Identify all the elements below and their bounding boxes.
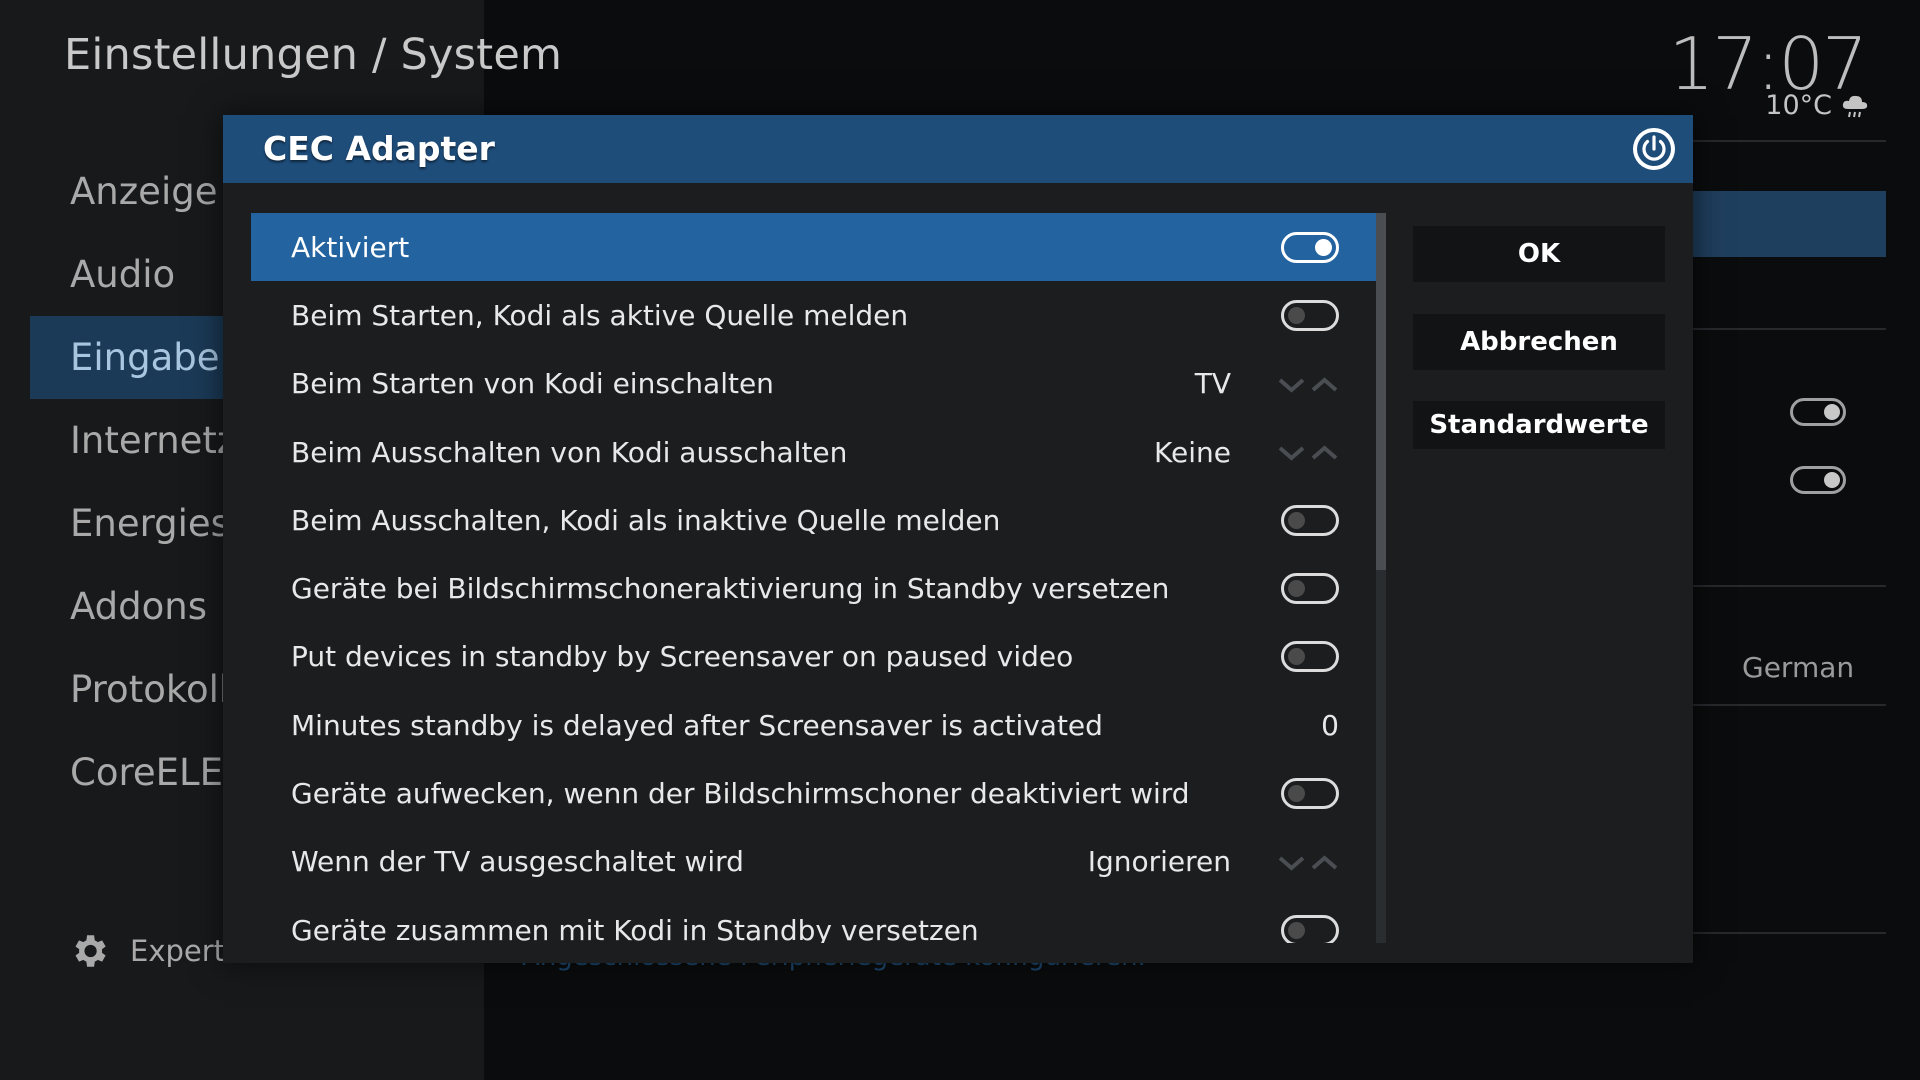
chevron-up-icon[interactable]	[1310, 851, 1339, 873]
setting-row-power-off-shutdown[interactable]: Beim Ausschalten von Kodi ausschalten Ke…	[251, 418, 1381, 486]
divider	[1692, 328, 1886, 330]
scrollbar-thumb[interactable]	[1376, 213, 1386, 570]
divider	[1692, 704, 1886, 706]
background-toggle[interactable]	[1790, 398, 1846, 426]
toggle-knob	[1288, 785, 1305, 803]
toggle-switch[interactable]	[1281, 504, 1339, 536]
page-title: Einstellungen / System	[64, 30, 563, 80]
setting-row-aktiviert[interactable]: Aktiviert	[251, 213, 1381, 282]
setting-row-standby-screensaver[interactable]: Geräte bei Bildschirmschoneraktivierung …	[251, 554, 1381, 622]
setting-row-standby-with-kodi[interactable]: Geräte zusammen mit Kodi in Standby vers…	[251, 896, 1381, 943]
chevron-down-icon[interactable]	[1277, 441, 1306, 463]
setting-value: TV	[1194, 367, 1231, 401]
reset-defaults-button[interactable]: Standardwerte	[1413, 401, 1665, 449]
toggle-knob	[1315, 238, 1332, 256]
setting-row-active-source[interactable]: Beim Starten, Kodi als aktive Quelle mel…	[251, 281, 1381, 349]
chevron-up-icon[interactable]	[1310, 441, 1339, 463]
setting-label: Geräte zusammen mit Kodi in Standby vers…	[291, 913, 979, 943]
setting-row-wake-screensaver[interactable]: Geräte aufwecken, wenn der Bildschirmsch…	[251, 759, 1381, 827]
language-value: German	[1742, 651, 1855, 684]
setting-row-standby-paused-video[interactable]: Put devices in standby by Screensaver on…	[251, 623, 1381, 691]
value-spinner	[1277, 851, 1339, 873]
setting-value: 0	[1321, 708, 1339, 742]
temperature: 10°C	[1765, 90, 1832, 121]
power-icon[interactable]	[1631, 126, 1677, 172]
toggle-knob	[1288, 921, 1305, 939]
toggle-knob	[1288, 511, 1305, 529]
chevron-down-icon[interactable]	[1277, 373, 1306, 395]
dialog-title: CEC Adapter	[263, 129, 495, 168]
chevron-down-icon[interactable]	[1277, 851, 1306, 873]
setting-label: Beim Ausschalten von Kodi ausschalten	[291, 435, 848, 469]
toggle-knob	[1288, 580, 1305, 598]
setting-label: Beim Ausschalten, Kodi als inaktive Quel…	[291, 503, 1001, 537]
settings-level-button[interactable]: Experte	[68, 930, 243, 972]
divider	[1692, 140, 1886, 142]
cec-adapter-dialog: CEC Adapter Aktiviert Beim Starten, Kodi…	[223, 115, 1693, 963]
setting-label: Beim Starten, Kodi als aktive Quelle mel…	[291, 298, 909, 332]
toggle-switch[interactable]	[1281, 573, 1339, 605]
setting-value: Keine	[1154, 435, 1231, 469]
cloud-rain-icon	[1842, 95, 1868, 117]
toggle-switch[interactable]	[1281, 299, 1339, 331]
setting-row-standby-delay[interactable]: Minutes standby is delayed after Screens…	[251, 691, 1381, 759]
gear-icon	[75, 935, 106, 967]
toggle-knob	[1824, 472, 1840, 488]
weather-info: 10°C	[1765, 90, 1870, 121]
toggle-switch[interactable]	[1281, 778, 1339, 810]
chevron-up-icon[interactable]	[1310, 373, 1339, 395]
setting-label: Aktiviert	[291, 230, 410, 264]
setting-row-inactive-source[interactable]: Beim Ausschalten, Kodi als inaktive Quel…	[251, 486, 1381, 554]
toggle-knob	[1824, 404, 1840, 420]
setting-label: Beim Starten von Kodi einschalten	[291, 367, 774, 401]
value-spinner	[1277, 373, 1339, 395]
toggle-switch[interactable]	[1281, 914, 1339, 943]
divider	[1692, 932, 1886, 934]
setting-label: Geräte aufwecken, wenn der Bildschirmsch…	[291, 777, 1190, 811]
ok-button[interactable]: OK	[1413, 226, 1665, 282]
toggle-knob	[1288, 648, 1305, 666]
list-scrollbar[interactable]	[1376, 213, 1386, 943]
setting-value: Ignorieren	[1087, 845, 1231, 879]
divider	[1692, 585, 1886, 587]
background-toggle[interactable]	[1790, 466, 1846, 494]
cancel-button[interactable]: Abbrechen	[1413, 314, 1665, 370]
value-spinner	[1277, 441, 1339, 463]
setting-label: Wenn der TV ausgeschaltet wird	[291, 845, 744, 879]
dialog-header: CEC Adapter	[223, 115, 1693, 183]
setting-row-tv-off-action[interactable]: Wenn der TV ausgeschaltet wird Ignoriere…	[251, 828, 1381, 896]
setting-label: Geräte bei Bildschirmschoneraktivierung …	[291, 572, 1170, 606]
setting-label: Minutes standby is delayed after Screens…	[291, 708, 1103, 742]
toggle-knob	[1288, 306, 1305, 324]
setting-row-power-on-startup[interactable]: Beim Starten von Kodi einschalten TV	[251, 350, 1381, 418]
setting-label: Put devices in standby by Screensaver on…	[291, 640, 1074, 674]
background-focused-item	[1692, 191, 1886, 257]
toggle-switch[interactable]	[1281, 641, 1339, 673]
toggle-switch[interactable]	[1281, 231, 1339, 263]
settings-list: Aktiviert Beim Starten, Kodi als aktive …	[251, 213, 1381, 943]
